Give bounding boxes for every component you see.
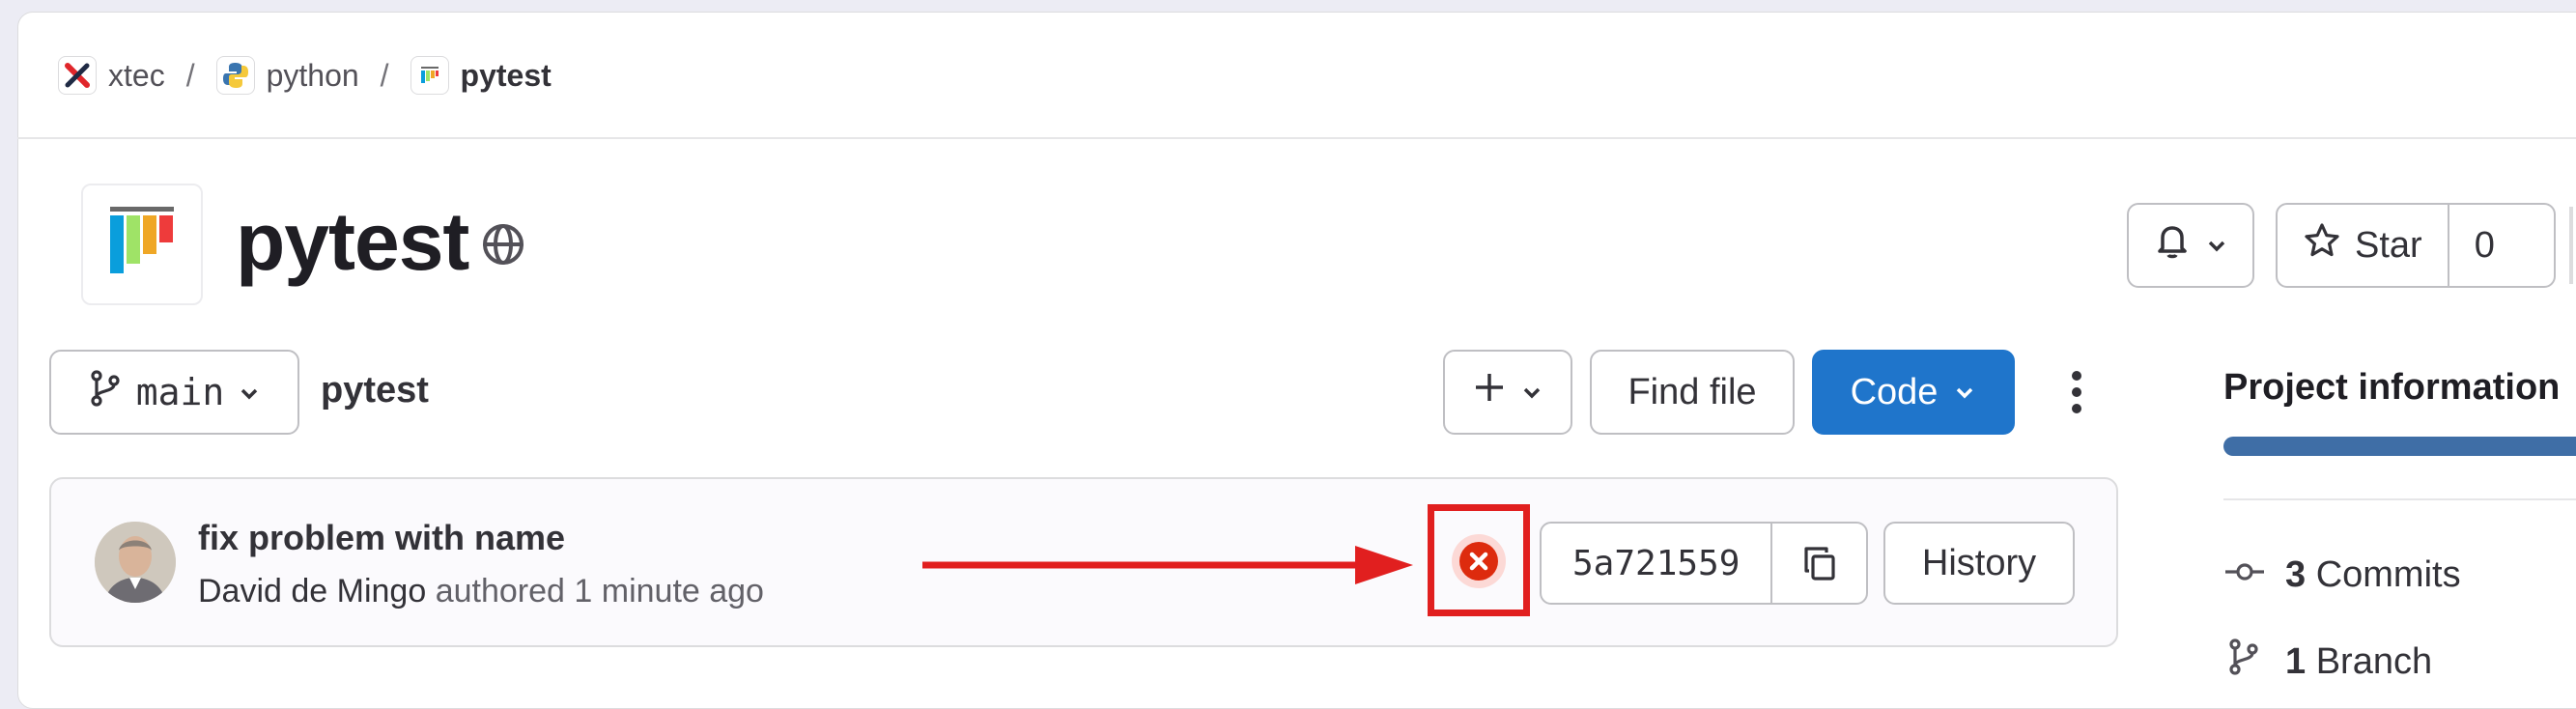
breadcrumb-label: python — [266, 57, 359, 93]
commit-author[interactable]: David de Mingo — [198, 573, 426, 610]
star-count[interactable]: 0 — [2449, 225, 2520, 267]
commit-time: 1 minute ago — [574, 573, 764, 610]
project-information-title: Project information — [2223, 367, 2561, 408]
branch-name: main — [135, 371, 225, 413]
history-button[interactable]: History — [1883, 522, 2075, 605]
branch-label: Branch — [2315, 640, 2433, 682]
sidebar-divider — [2223, 498, 2576, 500]
commit-meta: David de Mingo authored 1 minute ago — [198, 573, 764, 610]
breadcrumb-separator: / — [185, 57, 195, 93]
project-avatar — [81, 184, 203, 305]
python-logo-icon — [215, 56, 255, 95]
repository-path: pytest — [321, 370, 429, 411]
plus-icon — [1472, 370, 1507, 414]
chevron-down-icon — [1953, 372, 1976, 413]
breadcrumb-separator: / — [380, 57, 389, 93]
sidebar-item-branches[interactable]: 1 Branch — [2223, 638, 2432, 686]
add-to-tree-button[interactable] — [1443, 350, 1572, 435]
branch-icon — [2223, 638, 2266, 686]
branch-selector[interactable]: main — [49, 350, 299, 435]
branch-icon — [88, 369, 123, 416]
star-button-group: Star 0 — [2276, 203, 2556, 288]
pipeline-failed-status-icon[interactable] — [1450, 532, 1508, 590]
find-file-button[interactable]: Find file — [1590, 350, 1795, 435]
commits-label: Commits — [2315, 554, 2461, 595]
project-title: pytest — [236, 196, 469, 287]
code-label: Code — [1850, 371, 1939, 412]
breadcrumb-label: xtec — [108, 57, 165, 93]
annotation-arrow — [922, 546, 1413, 584]
breadcrumb-item-pytest[interactable]: pytest — [410, 56, 552, 95]
authored-text: authored — [435, 573, 565, 610]
author-avatar[interactable] — [95, 522, 176, 603]
commit-title-link[interactable]: fix problem with name — [198, 518, 565, 558]
star-label: Star — [2355, 224, 2422, 266]
header-divider — [17, 137, 2576, 139]
chevron-down-icon — [1520, 372, 1543, 413]
chevron-down-icon — [2205, 225, 2228, 267]
copy-icon[interactable] — [1772, 524, 1866, 603]
sidebar-item-commits[interactable]: 3 Commits — [2223, 554, 2461, 596]
commit-count: 3 — [2285, 554, 2307, 595]
pytest-logo-icon — [410, 56, 449, 95]
breadcrumb: xtec / python / pytest — [58, 53, 552, 98]
fork-button-edge[interactable] — [2569, 207, 2573, 284]
star-button[interactable]: Star — [2278, 205, 2449, 286]
code-dropdown-button[interactable]: Code — [1812, 350, 2015, 435]
breadcrumb-item-xtec[interactable]: xtec — [58, 56, 165, 95]
chevron-down-icon — [238, 371, 261, 413]
commit-icon — [2223, 554, 2266, 596]
breadcrumb-item-python[interactable]: python — [215, 56, 359, 95]
commit-sha[interactable]: 5a721559 — [1542, 524, 1773, 603]
repository-languages-bar — [2223, 437, 2576, 456]
bell-icon — [2153, 221, 2192, 269]
breadcrumb-label: pytest — [460, 57, 552, 93]
star-icon — [2303, 221, 2341, 269]
more-actions-icon[interactable] — [2057, 361, 2096, 423]
branch-count: 1 — [2285, 640, 2307, 682]
xtec-logo-icon — [58, 56, 97, 95]
notification-settings-button[interactable] — [2127, 203, 2254, 288]
commit-sha-group: 5a721559 — [1540, 522, 1868, 605]
globe-icon — [481, 222, 525, 267]
